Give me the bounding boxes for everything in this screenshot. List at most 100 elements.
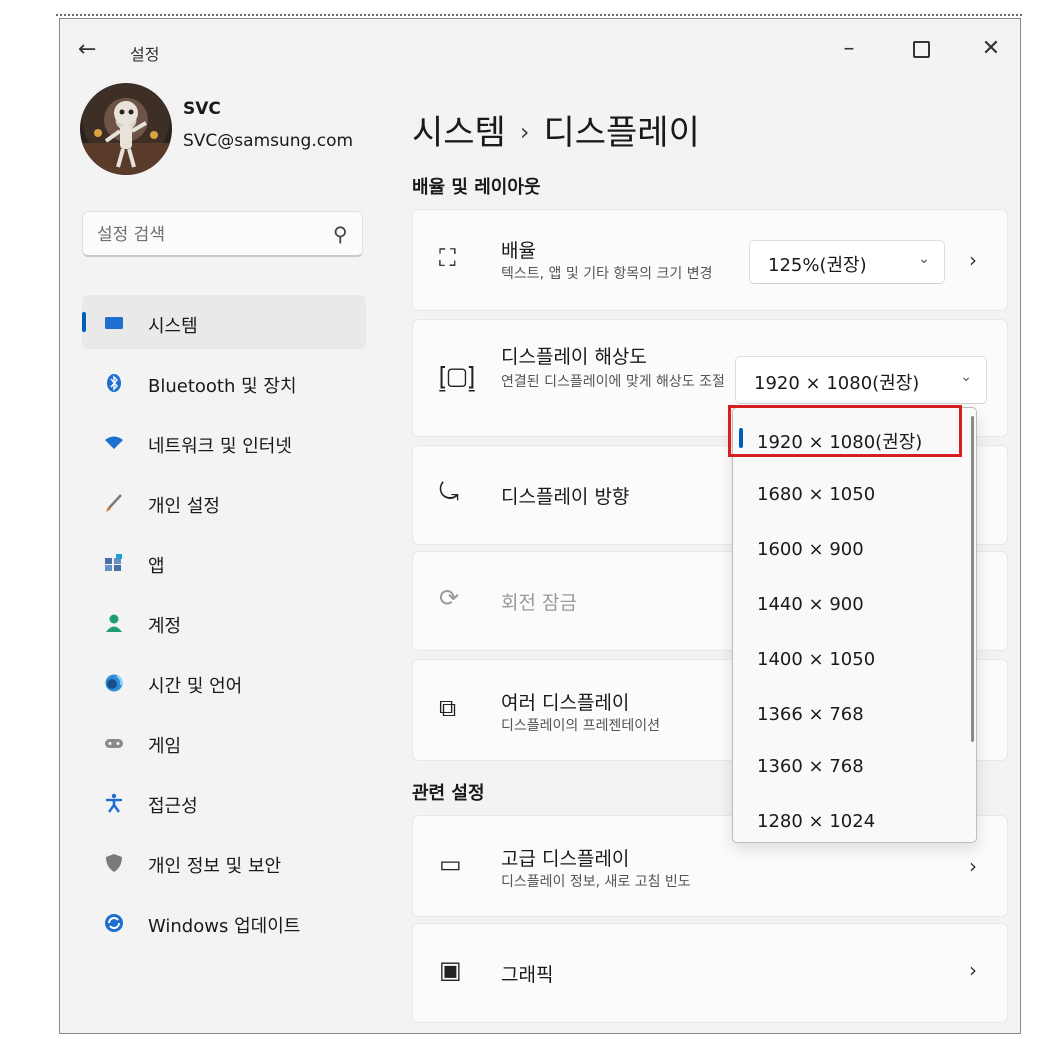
sidebar-item-label: Bluetooth 및 장치: [148, 376, 297, 397]
breadcrumb: 시스템 › 디스플레이: [412, 105, 700, 154]
highlight-box: [728, 405, 962, 457]
rotation-lock-title: 회전 잠금: [501, 592, 577, 614]
resolution-option[interactable]: 1680 × 1050: [733, 470, 973, 518]
resolution-option-label: 1440 × 900: [757, 594, 864, 615]
chevron-right-icon[interactable]: ›: [969, 854, 977, 878]
user-email: SVC@samsung.com: [183, 131, 354, 151]
sidebar-item-label: 게임: [148, 736, 182, 757]
sidebar-item-bluetooth[interactable]: Bluetooth 및 장치: [82, 355, 366, 415]
sidebar-item-privacy[interactable]: 개인 정보 및 보안: [82, 835, 366, 895]
sidebar-item-apps[interactable]: 앱: [82, 535, 366, 595]
resolution-subtitle: 연결된 디스플레이에 맞게 해상도 조절: [501, 374, 725, 390]
section-title-related: 관련 설정: [412, 783, 485, 804]
user-name: SVC: [183, 99, 221, 119]
rotation-lock-icon: ⟳: [439, 584, 460, 612]
resolution-option-label: 1400 × 1050: [757, 649, 876, 670]
resolution-value: 1920 × 1080(권장): [754, 373, 920, 394]
resolution-option[interactable]: 1360 × 768: [733, 742, 973, 790]
system-icon: [105, 317, 123, 329]
resolution-option[interactable]: 1280 × 1024: [733, 797, 973, 842]
maximize-button[interactable]: [900, 31, 942, 67]
sidebar-item-label: 시간 및 언어: [148, 676, 243, 697]
sidebar-item-accounts[interactable]: 계정: [82, 595, 366, 655]
close-button[interactable]: ✕: [970, 31, 1012, 67]
page-title: 디스플레이: [543, 113, 700, 153]
sidebar-item-windows-update[interactable]: Windows 업데이트: [82, 895, 366, 955]
scale-value: 125%(권장): [768, 255, 867, 276]
screenshot-border: [56, 14, 1022, 16]
minimize-button[interactable]: –: [828, 31, 870, 67]
advanced-display-subtitle: 디스플레이 정보, 새로 고침 빈도: [501, 874, 691, 890]
account-icon: [106, 614, 122, 632]
advanced-display-title: 고급 디스플레이: [501, 848, 630, 870]
sidebar-item-accessibility[interactable]: 접근성: [82, 775, 366, 835]
graphics-card[interactable]: ▣ 그래픽 ›: [412, 923, 1008, 1023]
sidebar-item-label: 네트워크 및 인터넷: [148, 436, 292, 457]
resolution-option-label: 1600 × 900: [757, 539, 864, 560]
resolution-option-label: 1360 × 768: [757, 756, 864, 777]
graphics-card-icon: ▣: [439, 956, 462, 984]
graphics-title: 그래픽: [501, 964, 554, 986]
resolution-option[interactable]: 1400 × 1050: [733, 635, 973, 683]
chevron-right-icon[interactable]: ›: [969, 958, 977, 982]
sidebar-item-network[interactable]: 네트워크 및 인터넷: [82, 415, 366, 475]
resolution-dropdown-list[interactable]: 1920 × 1080(권장) 1680 × 1050 1600 × 900 1…: [732, 407, 977, 843]
resolution-option-label: 1366 × 768: [757, 704, 864, 725]
resolution-option[interactable]: 1600 × 900: [733, 525, 973, 573]
bluetooth-icon: [107, 374, 121, 392]
scale-title: 배율: [501, 240, 536, 262]
globe-clock-icon: [105, 674, 123, 692]
sidebar-item-label: 시스템: [148, 316, 198, 337]
wifi-icon: [105, 436, 123, 449]
sidebar-item-label: 계정: [148, 616, 182, 637]
resolution-option[interactable]: 1440 × 900: [733, 580, 973, 628]
multiple-displays-title: 여러 디스플레이: [501, 692, 630, 714]
sidebar-nav: 시스템 Bluetooth 및 장치 네트워크 및 인터넷 개인 설정 앱 계정…: [82, 295, 366, 955]
maximize-icon: [912, 40, 930, 58]
brush-icon: [106, 494, 122, 512]
gamepad-icon: [105, 739, 123, 748]
scale-card: ⛶ 배율 텍스트, 앱 및 기타 항목의 크기 변경 125%(권장) ⌄ ›: [412, 209, 1008, 311]
sidebar-item-label: 개인 설정: [148, 496, 220, 517]
apps-icon: [105, 554, 122, 571]
back-arrow-icon[interactable]: ←: [78, 37, 96, 62]
sidebar-item-gaming[interactable]: 게임: [82, 715, 366, 775]
sidebar-item-label: 앱: [148, 556, 165, 577]
scale-dropdown[interactable]: 125%(권장) ⌄: [749, 240, 945, 284]
scrollbar[interactable]: [971, 416, 974, 742]
search-input[interactable]: [95, 220, 319, 250]
resolution-dropdown[interactable]: 1920 × 1080(권장) ⌄: [735, 356, 987, 404]
settings-window: ← 설정 – ✕ SVC SVC@samsung.com ⚲ 시스템: [59, 18, 1021, 1034]
breadcrumb-separator: ›: [519, 118, 530, 146]
resolution-icon: ⦋▢⦌: [439, 362, 476, 390]
sidebar-item-label: 개인 정보 및 보안: [148, 856, 282, 877]
multiple-displays-subtitle: 디스플레이의 프레젠테이션: [501, 718, 661, 734]
scale-subtitle: 텍스트, 앱 및 기타 항목의 크기 변경: [501, 266, 713, 282]
chevron-down-icon: ⌄: [918, 251, 930, 267]
sidebar-item-label: Windows 업데이트: [148, 916, 301, 937]
resolution-option-label: 1280 × 1024: [757, 811, 876, 832]
title-bar: ← 설정 – ✕: [60, 19, 1020, 81]
avatar[interactable]: [80, 83, 172, 175]
multiple-displays-icon: ⧉: [439, 694, 457, 722]
orientation-title: 디스플레이 방향: [501, 486, 630, 508]
sidebar-item-label: 접근성: [148, 796, 198, 817]
resolution-option-label: 1680 × 1050: [757, 484, 876, 505]
orientation-icon: ⤿: [439, 478, 459, 506]
sidebar-item-time-language[interactable]: 시간 및 언어: [82, 655, 366, 715]
sidebar-item-system[interactable]: 시스템: [82, 295, 366, 349]
search-icon[interactable]: ⚲: [333, 222, 348, 246]
search-box[interactable]: ⚲: [82, 211, 363, 257]
section-title-layout: 배율 및 레이아웃: [412, 177, 541, 198]
active-indicator: [82, 312, 86, 332]
resolution-title: 디스플레이 해상도: [501, 346, 647, 368]
chevron-right-icon[interactable]: ›: [969, 248, 977, 272]
scale-icon: ⛶: [439, 244, 456, 272]
app-title: 설정: [130, 45, 160, 64]
resolution-option[interactable]: 1366 × 768: [733, 690, 973, 738]
laptop-icon: ▭: [439, 850, 462, 878]
update-icon: [105, 914, 123, 932]
avatar-image: [80, 101, 172, 175]
breadcrumb-parent[interactable]: 시스템: [412, 113, 506, 153]
sidebar-item-personalization[interactable]: 개인 설정: [82, 475, 366, 535]
